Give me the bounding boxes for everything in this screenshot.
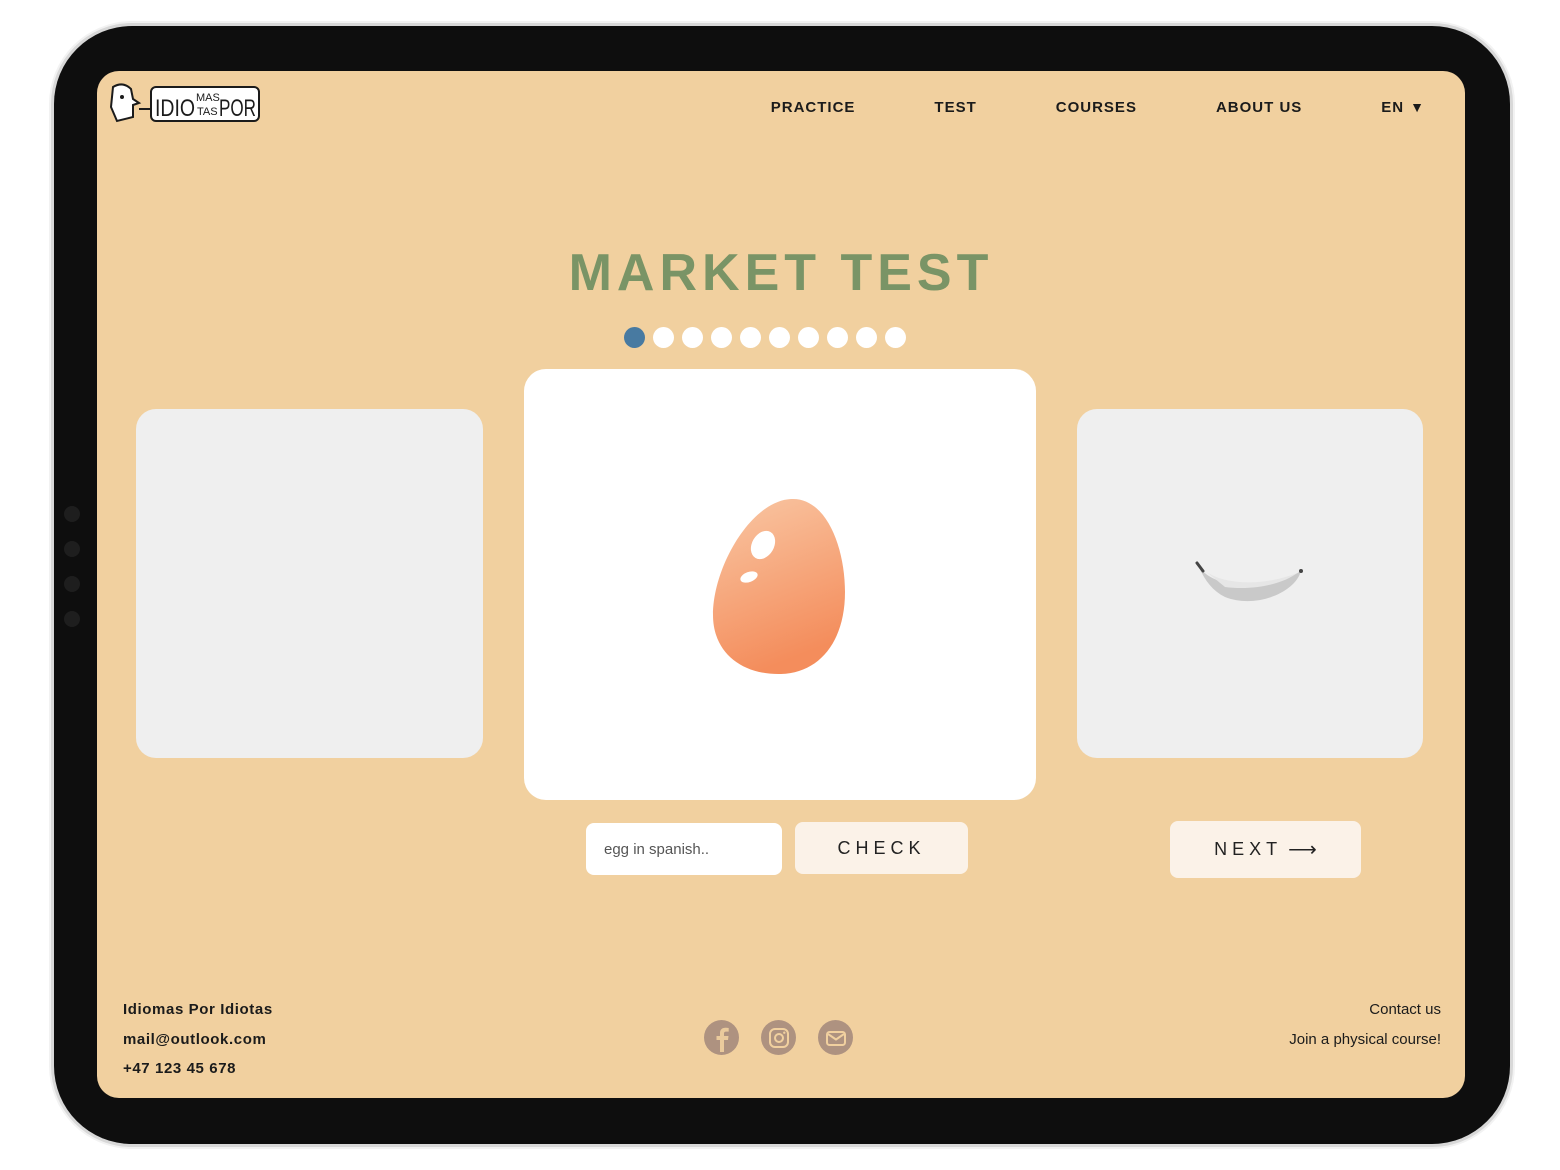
language-label: EN	[1381, 99, 1405, 116]
chevron-down-icon: ▼	[1410, 99, 1425, 115]
svg-text:IDIO: IDIO	[155, 95, 195, 122]
join-course-link[interactable]: Join a physical course!	[1289, 1025, 1441, 1055]
nav-courses[interactable]: COURSES	[1056, 99, 1137, 116]
progress-dot	[856, 327, 877, 348]
progress-dot	[827, 327, 848, 348]
page-title: MARKET TEST	[568, 244, 994, 302]
nav-about-us[interactable]: ABOUT US	[1216, 99, 1302, 116]
current-card	[524, 369, 1036, 800]
progress-dot	[653, 327, 674, 348]
answer-input[interactable]	[586, 823, 782, 875]
svg-text:TAS: TAS	[197, 106, 218, 118]
progress-dot	[885, 327, 906, 348]
footer-phone: +47 123 45 678	[123, 1060, 237, 1077]
check-button[interactable]: CHECK	[795, 822, 968, 874]
progress-dot	[624, 327, 645, 348]
nav-test[interactable]: TEST	[934, 99, 976, 116]
progress-dot	[740, 327, 761, 348]
progress-dot	[682, 327, 703, 348]
footer-info: Idiomas Por Idiotas mail@outlook.com +47…	[123, 995, 273, 1084]
next-button[interactable]: NEXT ⟶	[1170, 821, 1361, 878]
progress-dot	[711, 327, 732, 348]
progress-dot	[769, 327, 790, 348]
facebook-icon[interactable]	[704, 1020, 739, 1055]
instagram-icon[interactable]	[761, 1020, 796, 1055]
nav-practice[interactable]: PRACTICE	[771, 99, 856, 116]
device-buttons	[64, 506, 80, 646]
next-card	[1077, 409, 1423, 758]
app-screen: IDIO MAS TAS POR PRACTICE TEST COURSES A…	[97, 71, 1465, 1098]
mail-icon[interactable]	[818, 1020, 853, 1055]
footer-links: Contact us Join a physical course!	[1289, 995, 1441, 1054]
next-label: NEXT	[1214, 839, 1283, 859]
social-links	[704, 1020, 853, 1055]
progress-dot	[798, 327, 819, 348]
svg-text:POR: POR	[219, 95, 256, 122]
company-name: Idiomas Por Idiotas	[123, 1001, 273, 1018]
svg-text:MAS: MAS	[196, 92, 220, 104]
language-selector[interactable]: EN ▼	[1381, 99, 1425, 116]
contact-us-link[interactable]: Contact us	[1289, 995, 1441, 1025]
banana-icon	[1195, 561, 1303, 602]
footer-email[interactable]: mail@outlook.com	[123, 1025, 273, 1055]
main-nav: PRACTICE TEST COURSES ABOUT US EN ▼	[692, 99, 1425, 116]
arrow-right-icon: ⟶	[1288, 839, 1317, 861]
progress-dots	[624, 327, 906, 348]
egg-icon	[713, 498, 845, 675]
logo[interactable]: IDIO MAS TAS POR	[109, 83, 261, 125]
previous-card	[136, 409, 483, 758]
